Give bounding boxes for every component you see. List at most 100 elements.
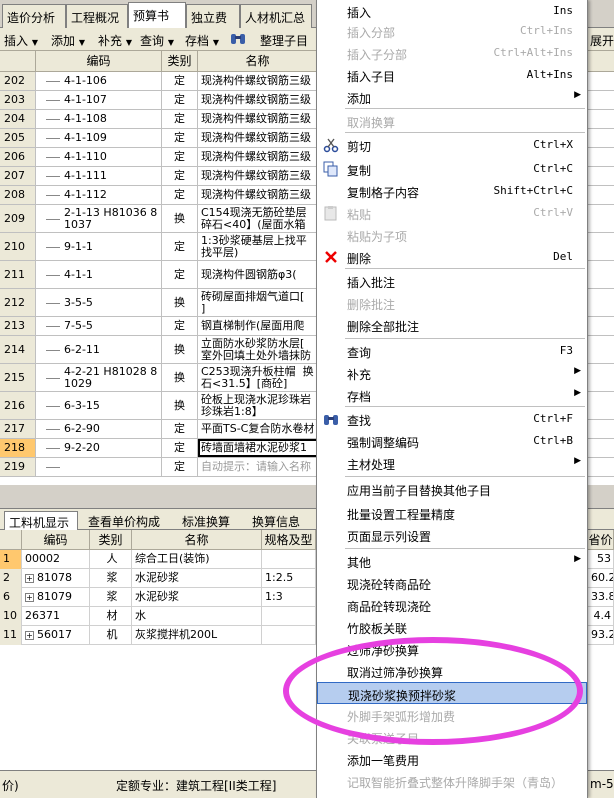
- resource-code-cell[interactable]: 00002: [22, 550, 90, 569]
- detail-tab-2[interactable]: 查看单价构成: [84, 511, 172, 530]
- menu-item-5[interactable]: 添加 ▶: [317, 86, 587, 108]
- header-name[interactable]: 名称: [198, 51, 318, 72]
- row-name[interactable]: 砼板上现浇水泥珍珠岩 珍珠岩1:8】: [198, 392, 318, 419]
- menu-item-29[interactable]: 过筛净砂换算: [317, 638, 587, 660]
- row-type[interactable]: 定: [162, 72, 198, 90]
- row-type[interactable]: 定: [162, 129, 198, 147]
- row-name[interactable]: 现浇构件圆钢筋φ3(: [198, 261, 318, 288]
- tab-4[interactable]: 独立费: [186, 4, 240, 28]
- menu-item-27[interactable]: 商品砼转现浇砼: [317, 594, 587, 616]
- row-name[interactable]: 现浇构件螺纹钢筋三级: [198, 72, 318, 90]
- row-type[interactable]: 换: [162, 205, 198, 232]
- menu-item-13[interactable]: 插入批注: [317, 270, 587, 292]
- resource-price[interactable]: 33.82: [588, 588, 614, 607]
- row-type[interactable]: 定: [162, 317, 198, 335]
- menu-item-17[interactable]: 补充 ▶: [317, 362, 587, 384]
- resource-spec[interactable]: 1:2.5: [262, 569, 316, 588]
- tab-1[interactable]: 造价分析: [2, 4, 66, 28]
- query-button[interactable]: 查询 ▼: [140, 32, 174, 49]
- resource-code-cell[interactable]: +81078: [22, 569, 90, 588]
- row-name[interactable]: 砖墙面墙裙水泥砂浆1: [198, 439, 318, 457]
- row-name[interactable]: 现浇构件螺纹钢筋三级: [198, 110, 318, 128]
- store-button[interactable]: 存档 ▼: [185, 32, 219, 49]
- header-name[interactable]: 名称: [132, 530, 262, 550]
- tab-5[interactable]: 人材机汇总: [240, 4, 312, 28]
- row-name[interactable]: 1:3砂浆硬基层上找平 找平层): [198, 233, 318, 260]
- header-spec[interactable]: 规格及型: [262, 530, 316, 550]
- resource-price[interactable]: 93.27: [588, 626, 614, 645]
- menu-item-23[interactable]: 批量设置工程量精度: [317, 502, 587, 524]
- row-name[interactable]: 现浇构件螺纹钢筋三级: [198, 148, 318, 166]
- expand-plus-icon[interactable]: +: [25, 592, 34, 602]
- row-type[interactable]: 定: [162, 458, 198, 476]
- row-type[interactable]: 定: [162, 233, 198, 260]
- row-type[interactable]: 定: [162, 167, 198, 185]
- expand-plus-icon[interactable]: +: [25, 630, 34, 640]
- resource-price[interactable]: 60.23: [588, 569, 614, 588]
- resource-type[interactable]: 浆: [90, 569, 132, 588]
- menu-item-26[interactable]: 现浇砼转商品砼: [317, 572, 587, 594]
- resource-type[interactable]: 机: [90, 626, 132, 645]
- menu-item-19[interactable]: 查找 Ctrl+F: [317, 408, 587, 430]
- row-type[interactable]: 定: [162, 91, 198, 109]
- menu-item-15[interactable]: 删除全部批注: [317, 314, 587, 336]
- resource-price[interactable]: 53: [588, 550, 614, 569]
- resource-name[interactable]: 水: [132, 607, 262, 626]
- row-type[interactable]: 换: [162, 364, 198, 391]
- menu-item-1[interactable]: 插入 Ins: [317, 0, 587, 22]
- menu-item-28[interactable]: 竹胶板关联: [317, 616, 587, 638]
- resource-spec[interactable]: [262, 550, 316, 569]
- row-name[interactable]: C253现浇升板柱帽 换 石<31.5】[商砼]: [198, 364, 318, 391]
- row-name[interactable]: 现浇构件螺纹钢筋三级: [198, 167, 318, 185]
- row-name[interactable]: 钢直梯制作(屋面用爬: [198, 317, 318, 335]
- row-name[interactable]: 自动提示：请输入名称: [198, 458, 318, 476]
- row-type[interactable]: 换: [162, 336, 198, 363]
- detail-tab-1[interactable]: 工料机显示: [4, 511, 78, 530]
- supplement-button[interactable]: 补充 ▼: [98, 32, 132, 49]
- menu-item-7[interactable]: 剪切 Ctrl+X: [317, 134, 587, 156]
- resource-name[interactable]: 综合工日(装饰): [132, 550, 262, 569]
- insert-button[interactable]: 插入 ▼: [4, 32, 38, 49]
- resource-spec[interactable]: [262, 626, 316, 645]
- menu-item-24[interactable]: 页面显示列设置: [317, 524, 587, 546]
- organize-button[interactable]: 整理子目: [260, 32, 308, 49]
- menu-item-8[interactable]: 复制 Ctrl+C: [317, 158, 587, 180]
- add-button[interactable]: 添加 ▼: [51, 32, 85, 49]
- row-type[interactable]: 定: [162, 439, 198, 457]
- menu-item-25[interactable]: 其他 ▶: [317, 550, 587, 572]
- menu-item-22[interactable]: 应用当前子目替换其他子目: [317, 478, 587, 500]
- menu-item-20[interactable]: 强制调整编码 Ctrl+B: [317, 430, 587, 452]
- detail-tab-4[interactable]: 换算信息: [248, 511, 308, 530]
- menu-item-34[interactable]: 添加一笔费用: [317, 748, 587, 770]
- tab-2[interactable]: 工程概况: [66, 4, 128, 28]
- resource-code-cell[interactable]: +81079: [22, 588, 90, 607]
- row-name[interactable]: 现浇构件螺纹钢筋三级: [198, 91, 318, 109]
- row-name[interactable]: 现浇构件螺纹钢筋三级: [198, 129, 318, 147]
- resource-name[interactable]: 灰浆搅拌机200L: [132, 626, 262, 645]
- resource-price[interactable]: 4.4: [588, 607, 614, 626]
- binoculars-icon[interactable]: [229, 30, 247, 46]
- menu-item-16[interactable]: 查询 F3: [317, 340, 587, 362]
- menu-item-4[interactable]: 插入子目 Alt+Ins: [317, 64, 587, 86]
- expand-plus-icon[interactable]: +: [25, 573, 34, 583]
- header-code[interactable]: 编码: [36, 51, 162, 72]
- row-name[interactable]: 砖砌屋面排烟气道口[ ]: [198, 289, 318, 316]
- row-name[interactable]: 立面防水砂浆防水层[ 室外回填土处外墙抹防: [198, 336, 318, 363]
- menu-item-30[interactable]: 取消过筛净砂换算: [317, 660, 587, 682]
- row-type[interactable]: 定: [162, 420, 198, 438]
- resource-name[interactable]: 水泥砂浆: [132, 569, 262, 588]
- tab-3[interactable]: 预算书: [128, 2, 186, 29]
- resource-name[interactable]: 水泥砂浆: [132, 588, 262, 607]
- resource-spec[interactable]: [262, 607, 316, 626]
- row-name[interactable]: C154现浇无筋砼垫层 碎石<40】(屋面水箱: [198, 205, 318, 232]
- menu-item-12[interactable]: 删除 Del: [317, 246, 587, 268]
- menu-item-21[interactable]: 主材处理 ▶: [317, 452, 587, 474]
- row-type[interactable]: 定: [162, 148, 198, 166]
- menu-item-18[interactable]: 存档 ▶: [317, 384, 587, 406]
- resource-type[interactable]: 材: [90, 607, 132, 626]
- row-name[interactable]: 现浇构件螺纹钢筋三级: [198, 186, 318, 204]
- resource-type[interactable]: 人: [90, 550, 132, 569]
- resource-code-cell[interactable]: 26371: [22, 607, 90, 626]
- detail-tab-3[interactable]: 标准换算: [178, 511, 242, 530]
- header-type[interactable]: 类别: [90, 530, 132, 550]
